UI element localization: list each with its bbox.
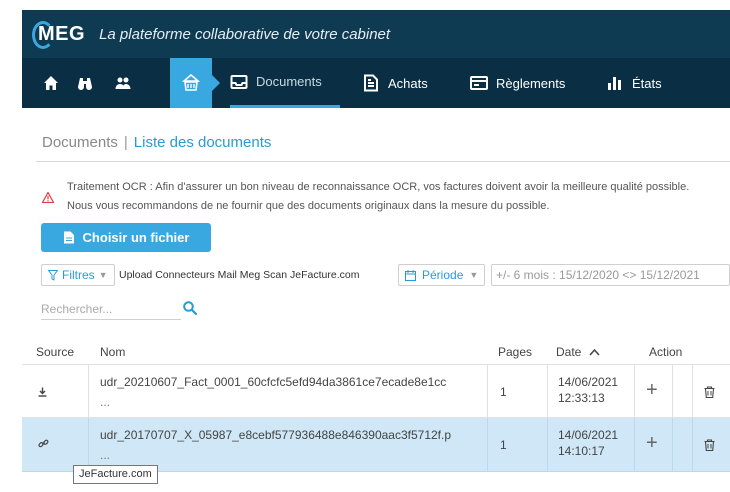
users-icon[interactable] xyxy=(106,58,140,108)
document-name[interactable]: udr_20170707_X_05987_e8cebf577936488e846… xyxy=(100,428,451,442)
tab-reglements[interactable]: Règlements xyxy=(470,58,565,108)
bar-chart-icon xyxy=(608,77,621,90)
document-pages: 1 xyxy=(500,438,507,452)
breadcrumb: Documents | Liste des documents xyxy=(42,134,271,151)
plus-icon[interactable]: + xyxy=(646,432,658,455)
inbox-icon xyxy=(230,74,248,89)
document-name-ellipsis: ... xyxy=(100,448,111,462)
filters-dropdown[interactable]: Filtres ▼ xyxy=(41,264,115,286)
document-time: 12:33:13 xyxy=(558,391,605,405)
breadcrumb-separator: | xyxy=(123,134,128,151)
column-header-pages[interactable]: Pages xyxy=(498,345,532,359)
tagline: La plateforme collaborative de votre cab… xyxy=(99,25,391,43)
column-header-name[interactable]: Nom xyxy=(100,345,125,359)
plus-icon[interactable]: + xyxy=(646,379,658,402)
sort-up-icon xyxy=(589,348,600,356)
table-row[interactable]: udr_20170707_X_05987_e8cebf577936488e846… xyxy=(22,418,730,472)
file-icon xyxy=(63,231,74,244)
table-row[interactable]: udr_20210607_Fact_0001_60cfcfc5efd94da38… xyxy=(22,364,730,418)
filter-icon xyxy=(48,269,58,281)
breadcrumb-current: Liste des documents xyxy=(133,134,272,151)
search-icon[interactable] xyxy=(183,301,197,315)
tab-documents[interactable]: Documents xyxy=(230,58,340,108)
period-dropdown[interactable]: Période ▼ xyxy=(398,264,486,286)
card-icon xyxy=(470,76,488,90)
document-time: 14:10:17 xyxy=(558,444,605,458)
home-icon[interactable] xyxy=(34,58,68,108)
logo[interactable]: MEG xyxy=(32,20,85,49)
link-icon xyxy=(38,439,49,448)
document-pages: 1 xyxy=(500,385,507,399)
chevron-down-icon: ▼ xyxy=(98,270,108,280)
period-range-field[interactable]: +/- 6 mois : 15/12/2020 <> 15/12/2021 xyxy=(491,264,730,286)
trash-icon[interactable] xyxy=(704,386,715,398)
document-name[interactable]: udr_20210607_Fact_0001_60cfcfc5efd94da38… xyxy=(100,375,446,389)
download-icon xyxy=(38,387,47,397)
logo-text: MEG xyxy=(32,20,85,49)
main-nav: Documents Achats Règlements États xyxy=(22,58,730,108)
ocr-warning-text: Traitement OCR : Afin d'assurer un bon n… xyxy=(67,181,690,212)
document-name-ellipsis: ... xyxy=(100,395,111,409)
document-date: 14/06/2021 xyxy=(558,375,619,389)
calendar-icon xyxy=(405,269,416,281)
active-filter-tags: Upload Connecteurs Mail Meg Scan JeFactu… xyxy=(119,269,360,281)
choose-file-button[interactable]: Choisir un fichier xyxy=(41,223,211,252)
column-header-action: Action xyxy=(649,345,683,359)
binoculars-icon[interactable] xyxy=(68,58,102,108)
tab-etats[interactable]: États xyxy=(606,58,662,108)
app-header: MEG La plateforme collaborative de votre… xyxy=(22,10,730,58)
source-tooltip: JeFacture.com xyxy=(73,465,158,484)
warning-icon xyxy=(42,192,54,203)
search-input[interactable] xyxy=(41,298,181,320)
tab-achats[interactable]: Achats xyxy=(362,58,428,108)
breadcrumb-root[interactable]: Documents xyxy=(42,134,118,151)
basket-icon[interactable] xyxy=(170,58,220,108)
trash-icon[interactable] xyxy=(704,439,715,451)
column-header-date[interactable]: Date xyxy=(556,345,600,359)
column-header-source: Source xyxy=(36,345,75,359)
document-icon xyxy=(364,74,378,92)
chevron-down-icon: ▼ xyxy=(469,270,479,280)
divider xyxy=(36,161,730,162)
document-date: 14/06/2021 xyxy=(558,428,619,442)
